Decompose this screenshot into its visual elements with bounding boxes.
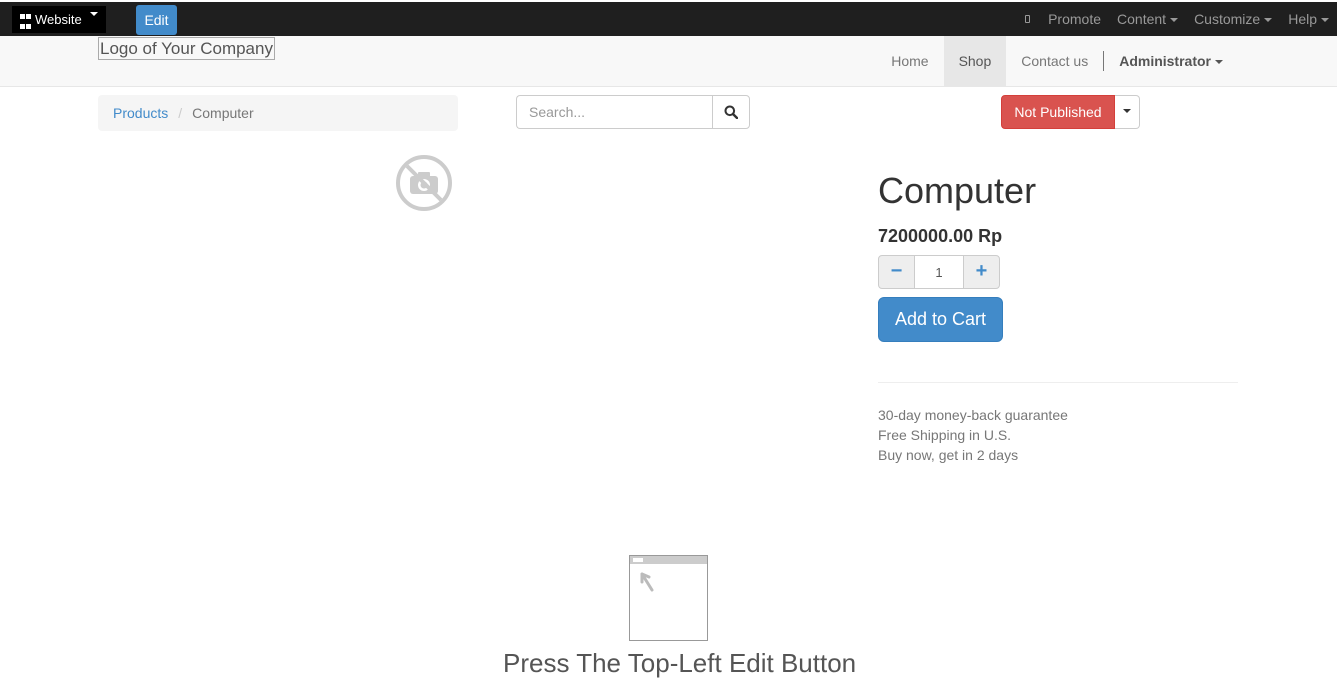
feature-money-back: 30-day money-back guarantee xyxy=(878,407,1068,423)
product-title: Computer xyxy=(878,170,1037,211)
content-menu[interactable]: Content xyxy=(1109,11,1186,27)
user-name: Administrator xyxy=(1119,53,1211,69)
nav-home[interactable]: Home xyxy=(876,36,943,86)
nav-shop[interactable]: Shop xyxy=(943,36,1007,86)
feature-fast-delivery: Buy now, get in 2 days xyxy=(878,447,1019,463)
feature-free-shipping: Free Shipping in U.S. xyxy=(878,427,1012,443)
promote-menu[interactable]: Promote xyxy=(1040,11,1109,27)
quantity-decrease-button[interactable]: − xyxy=(878,255,915,289)
quantity-stepper: − + xyxy=(878,255,1000,289)
user-menu[interactable]: Administrator xyxy=(1104,36,1238,86)
search-button[interactable] xyxy=(712,95,750,129)
nav-contact-us[interactable]: Contact us xyxy=(1006,36,1103,86)
edit-hint-text: Press The Top-Left Edit Button xyxy=(503,648,857,678)
main-nav: Home Shop Contact us Administrator xyxy=(876,36,1238,86)
browser-toolbar-graphic xyxy=(630,556,707,564)
quantity-input[interactable] xyxy=(915,255,963,289)
caret-down-icon xyxy=(1215,60,1223,65)
divider xyxy=(878,382,1238,383)
website-menu-label: Website xyxy=(35,12,82,27)
breadcrumb-separator: / xyxy=(178,105,183,121)
edit-button[interactable]: Edit xyxy=(136,5,177,35)
help-menu-label: Help xyxy=(1288,11,1317,27)
caret-down-icon xyxy=(1123,108,1131,113)
caret-down-icon xyxy=(1264,18,1273,23)
product-search xyxy=(516,95,750,129)
no-image-camera-icon xyxy=(396,155,452,211)
caret-down-icon xyxy=(1170,18,1179,23)
edit-hint-illustration xyxy=(629,555,708,641)
mobile-preview-icon[interactable] xyxy=(1025,15,1031,23)
admin-bar-right-menu: Promote Content Customize Help xyxy=(1025,2,1337,36)
arrow-pointer-icon xyxy=(640,572,654,592)
apps-grid-icon xyxy=(20,14,31,33)
site-navbar: Logo of Your Company Home Shop Contact u… xyxy=(0,36,1337,87)
breadcrumb: Products / Computer xyxy=(98,95,458,131)
company-logo[interactable]: Logo of Your Company xyxy=(98,37,275,60)
website-menu-button[interactable]: Website xyxy=(12,6,106,33)
product-price: 7200000.00 Rp xyxy=(878,226,1003,246)
breadcrumb-products-link[interactable]: Products xyxy=(113,105,168,121)
search-icon xyxy=(724,105,738,119)
publish-dropdown-toggle[interactable] xyxy=(1115,95,1140,129)
admin-bar: Website Edit Promote Content Customize H… xyxy=(0,0,1337,36)
publish-control: Not Published xyxy=(1001,95,1140,129)
quantity-increase-button[interactable]: + xyxy=(963,255,1000,289)
not-published-button[interactable]: Not Published xyxy=(1001,95,1115,129)
caret-down-icon xyxy=(1321,18,1329,23)
caret-down-icon xyxy=(89,12,98,16)
product-features: 30-day money-back guarantee Free Shippin… xyxy=(878,405,1068,465)
content-menu-label: Content xyxy=(1117,11,1167,27)
customize-menu-label: Customize xyxy=(1194,11,1261,27)
breadcrumb-current: Computer xyxy=(192,105,254,121)
search-input[interactable] xyxy=(516,95,712,129)
help-menu[interactable]: Help xyxy=(1280,11,1337,27)
customize-menu[interactable]: Customize xyxy=(1186,11,1280,27)
add-to-cart-button[interactable]: Add to Cart xyxy=(878,297,1003,342)
